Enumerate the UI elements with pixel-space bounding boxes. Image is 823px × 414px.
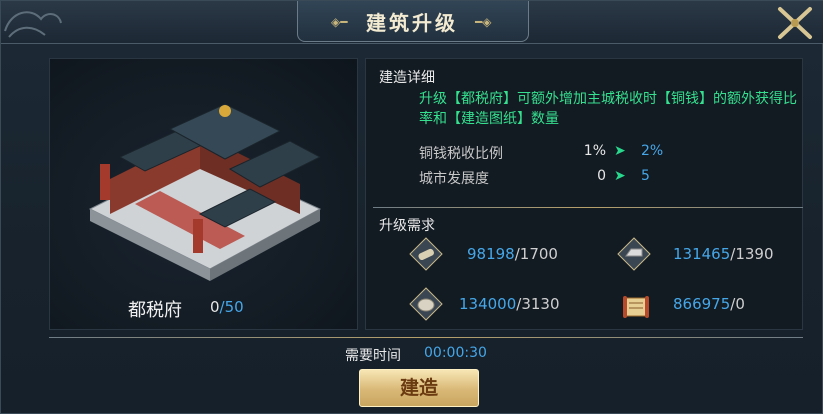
stone-icon [409, 287, 443, 321]
req-wood-value: 98198/1700 [467, 245, 558, 263]
build-button[interactable]: 建造 [359, 369, 479, 407]
window-title: 建筑升级 [366, 11, 458, 35]
requirements-header: 升级需求 [379, 218, 435, 234]
title-bar: ◈━ ━◈ 建筑升级 [1, 1, 823, 44]
req-blueprint-need: /0 [730, 295, 745, 313]
time-value: 00:00:30 [424, 345, 487, 361]
req-wood-need: /1700 [514, 245, 558, 263]
req-stone-value: 134000/3130 [459, 295, 560, 313]
stat-label-copper-tax: 铜钱税收比例 [419, 146, 503, 162]
cloud-ornament-icon [4, 11, 62, 38]
upgrade-description: 升级【都税府】可额外增加主城税收时【铜钱】的额外获得比率和【建造图纸】数量 [419, 91, 797, 127]
stat-to-city-development: 5 [641, 168, 650, 184]
building-count-max: 50 [224, 298, 244, 316]
req-iron-value: 131465/1390 [673, 245, 774, 263]
arrow-right-icon: ➤ [614, 168, 626, 184]
stat-label-city-development: 城市发展度 [419, 171, 489, 187]
crossed-swords-close-icon [778, 7, 812, 39]
req-iron-have: 131465 [673, 245, 731, 263]
section-divider [373, 207, 803, 208]
req-blueprint-have: 866975 [673, 295, 731, 313]
req-iron-need: /1390 [730, 245, 774, 263]
upgrade-window: ◈━ ━◈ 建筑升级 都税府 0/50 建造详细 升级【都税府】可额外增加主城税… [0, 0, 823, 414]
stat-from-copper-tax: 1% [583, 143, 606, 159]
bottom-divider [49, 337, 803, 338]
building-count-current: 0 [210, 298, 220, 316]
stat-from-city-development: 0 [597, 168, 606, 184]
req-stone-have: 134000 [459, 295, 517, 313]
arrow-right-icon: ➤ [614, 143, 626, 159]
blueprint-scroll-icon [619, 290, 653, 324]
req-blueprint-value: 866975/0 [673, 295, 745, 313]
iron-ingot-icon [617, 237, 651, 271]
details-header: 建造详细 [379, 70, 435, 86]
building-name: 都税府 [128, 300, 182, 321]
stat-to-copper-tax: 2% [641, 143, 664, 159]
req-stone-need: /3130 [516, 295, 560, 313]
wood-icon [409, 237, 443, 271]
time-label: 需要时间 [345, 348, 401, 364]
close-button[interactable] [772, 3, 818, 43]
tax-office-building-icon [88, 103, 322, 281]
building-preview-panel [49, 58, 358, 330]
building-count: 0/50 [210, 298, 244, 316]
req-wood-have: 98198 [467, 245, 515, 263]
